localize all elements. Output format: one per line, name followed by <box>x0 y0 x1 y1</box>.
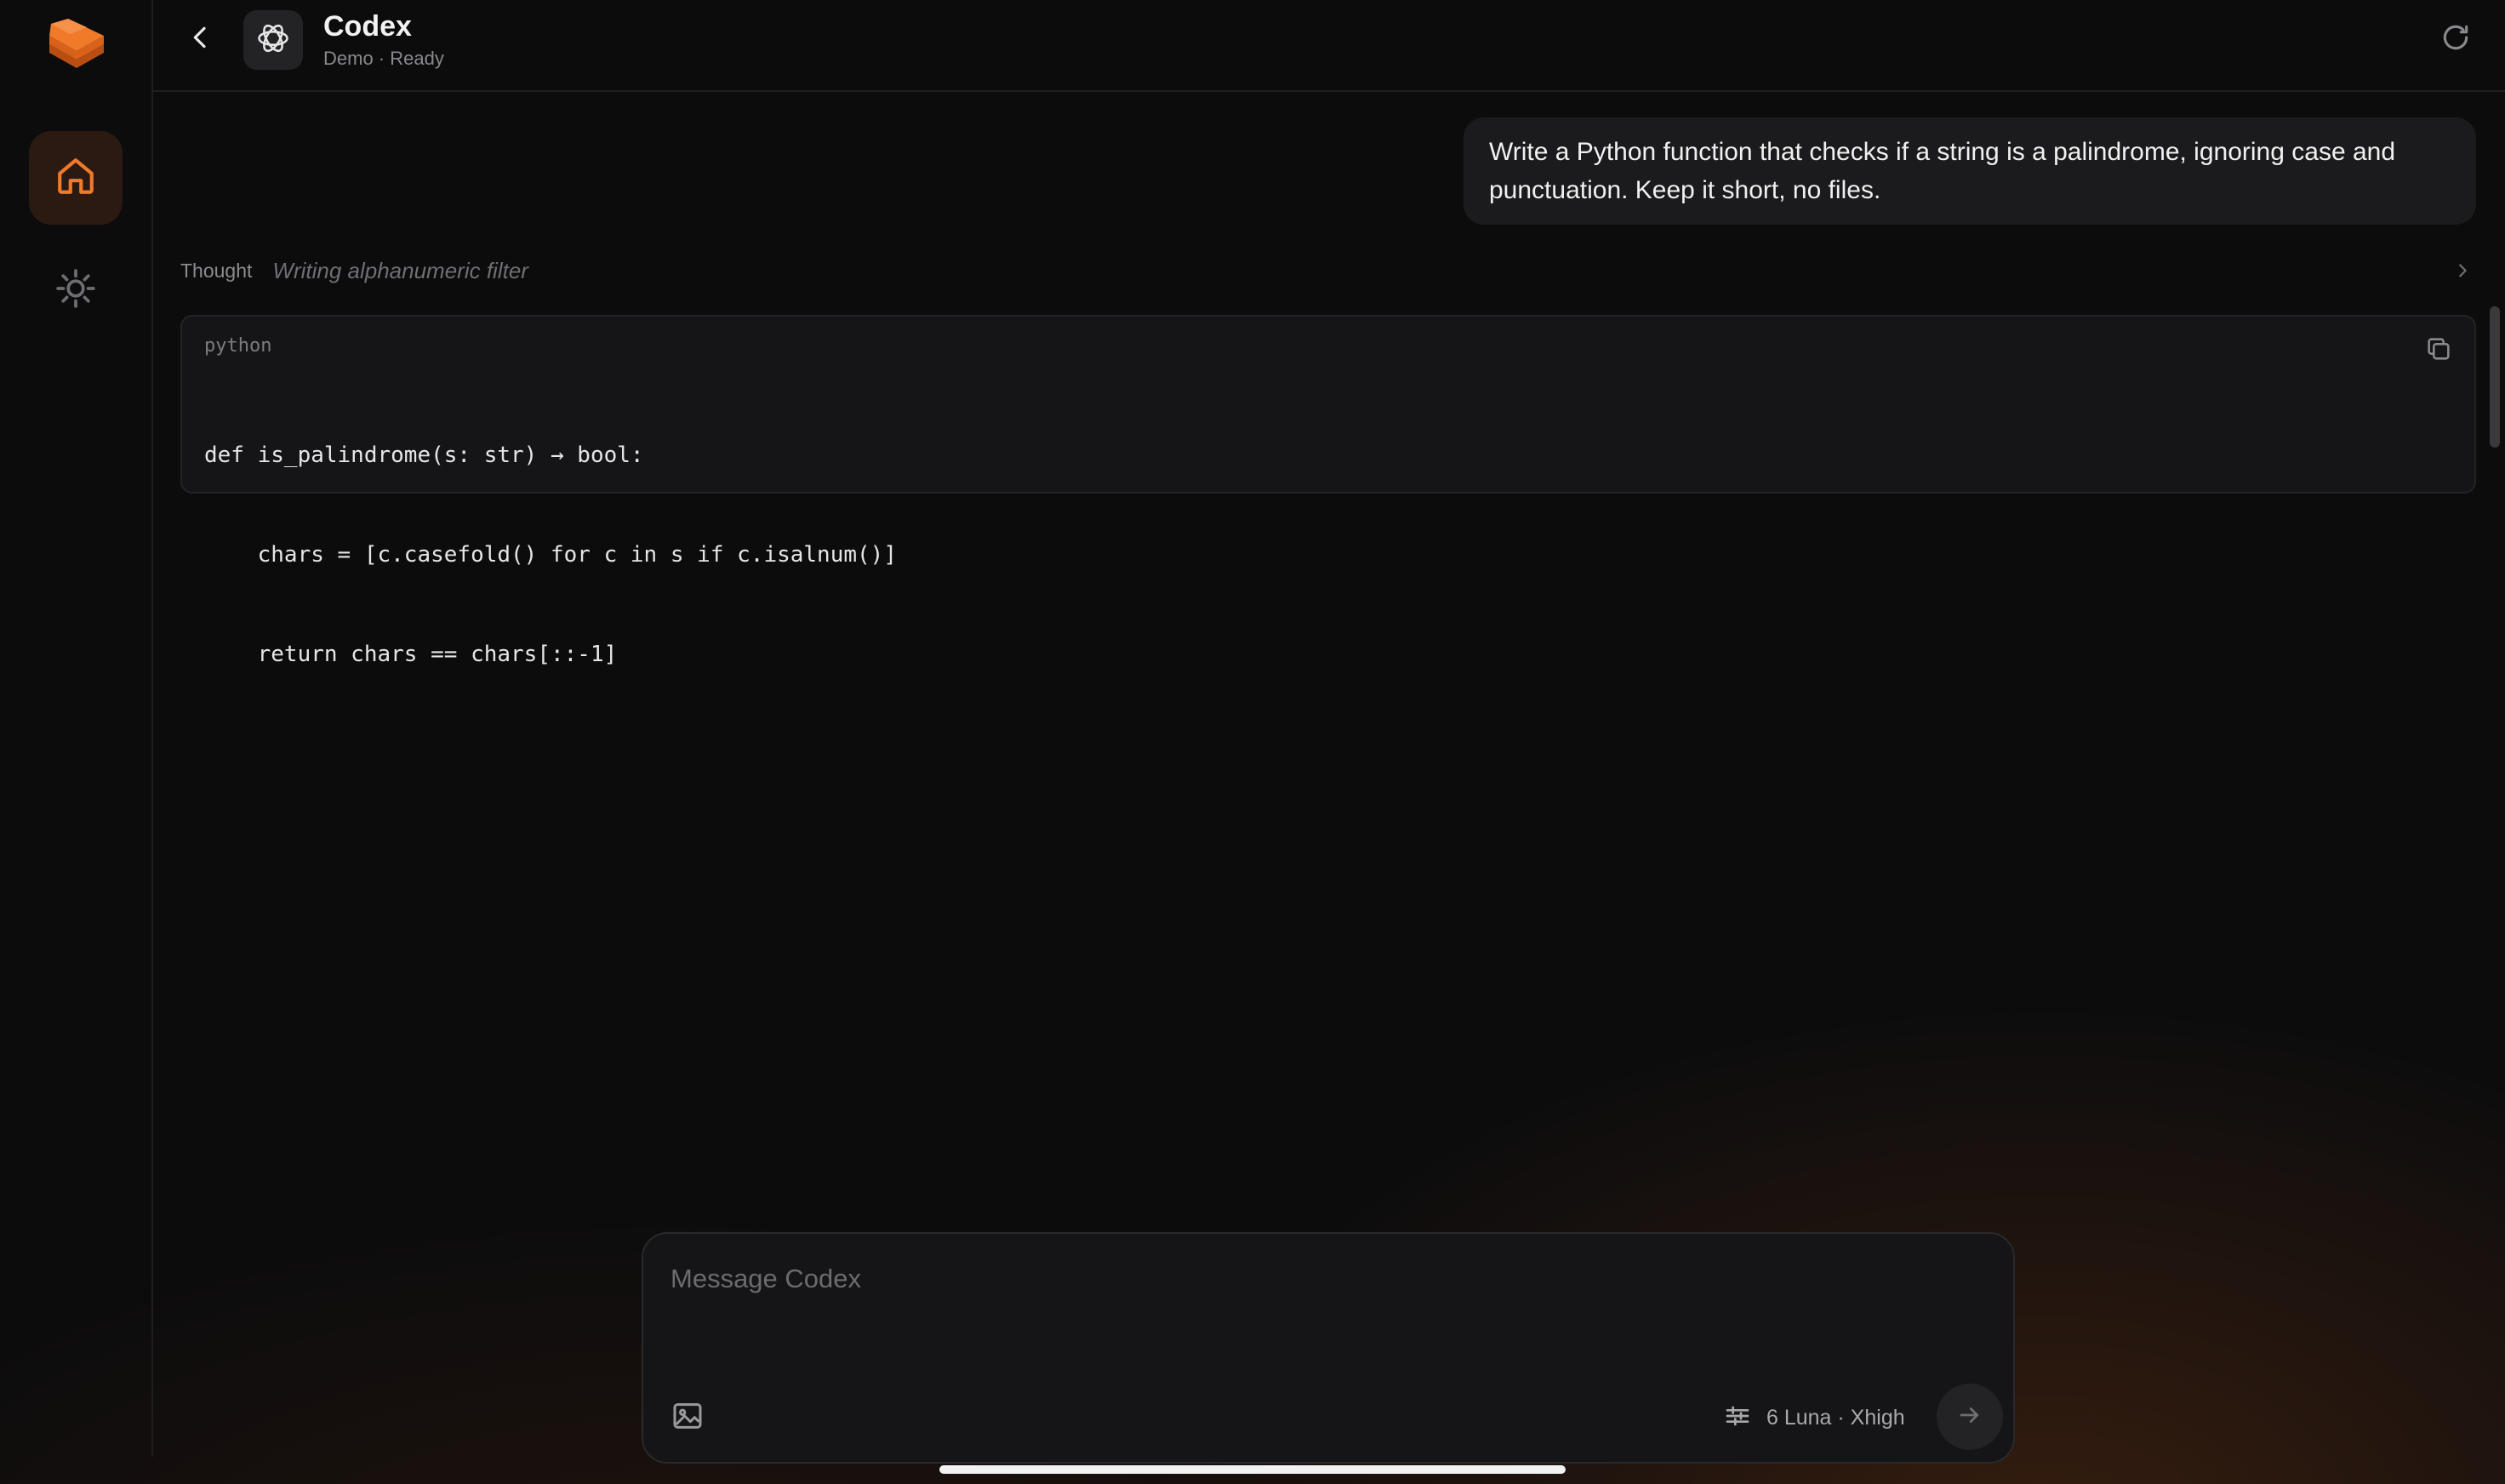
home-icon <box>54 155 97 202</box>
code-line: def is_palindrome(s: str) → bool: <box>204 442 644 468</box>
page-title: Codex <box>323 10 412 43</box>
code-line: return chars == chars[::-1] <box>204 642 618 667</box>
chevron-left-icon <box>187 24 214 55</box>
code-line: chars = [c.casefold() for c in s if c.is… <box>204 542 897 568</box>
refresh-button[interactable] <box>2435 19 2476 60</box>
chevron-right-icon[interactable] <box>2449 257 2476 284</box>
message-input[interactable] <box>669 1253 1983 1305</box>
message-composer: 6 Luna · Xhigh <box>642 1232 2015 1464</box>
copy-code-button[interactable] <box>2420 332 2457 369</box>
app-window: Codex Demo · Ready Write a Python functi… <box>0 0 2505 1484</box>
chat-header: Codex Demo · Ready <box>153 0 2505 92</box>
code-content: def is_palindrome(s: str) → bool: chars … <box>204 373 897 738</box>
code-language: python <box>204 335 272 357</box>
sidebar-item-home[interactable] <box>29 131 123 225</box>
copy-icon <box>2424 334 2453 368</box>
stacked-books-icon[interactable] <box>44 15 109 75</box>
sliders-icon <box>1724 1402 1751 1434</box>
thought-text: Writing alphanumeric filter <box>272 257 528 283</box>
attach-image-button[interactable] <box>667 1397 708 1438</box>
image-icon <box>670 1399 705 1437</box>
send-button[interactable] <box>1937 1384 2003 1450</box>
user-message: Write a Python function that checks if a… <box>1464 117 2476 225</box>
model-label: 6 Luna · Xhigh <box>1766 1405 1905 1430</box>
thought-summary[interactable]: Thought Writing alphanumeric filter <box>180 254 2476 288</box>
sidebar <box>0 0 153 1457</box>
scrollbar[interactable] <box>2490 306 2500 448</box>
arrow-right-icon <box>1957 1402 1983 1432</box>
code-block: python def is_palindrome(s: str) → bool:… <box>180 315 2476 667</box>
gear-icon <box>54 267 97 314</box>
model-selector[interactable]: 6 Luna · Xhigh <box>1724 1401 1905 1435</box>
refresh-icon <box>2439 21 2472 58</box>
openai-logo-icon <box>254 20 292 61</box>
agent-status: Demo · Ready <box>323 48 444 69</box>
sidebar-item-settings[interactable] <box>51 265 100 315</box>
home-indicator <box>939 1465 1566 1474</box>
thought-label: Thought <box>180 259 253 282</box>
agent-avatar <box>243 10 303 70</box>
back-button[interactable] <box>182 20 220 58</box>
